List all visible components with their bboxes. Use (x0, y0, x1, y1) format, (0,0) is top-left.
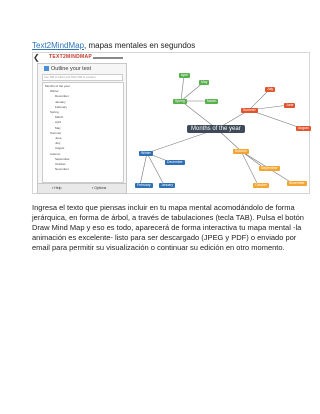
outline-icon (44, 66, 49, 72)
map-node[interactable]: November (287, 181, 307, 186)
text2mindmap-link[interactable]: Text2MindMap (32, 41, 84, 50)
map-root-node[interactable]: Months of the year (187, 125, 245, 133)
outline-line: May (55, 125, 61, 130)
edge (139, 152, 148, 186)
logo-underline (93, 57, 123, 59)
outline-line: March (55, 115, 64, 120)
heading-rest: , mapas mentales en segundos (84, 41, 196, 50)
outline-line: Autumn (50, 151, 61, 156)
help-button[interactable]: ▪ Help (52, 186, 61, 190)
options-button[interactable]: ▪ Options (92, 186, 106, 190)
map-node[interactable]: Summer (241, 108, 258, 113)
map-node[interactable]: Spring (173, 99, 187, 104)
outline-line: November (55, 167, 69, 172)
panel-title: Outline your text (44, 66, 91, 72)
map-node[interactable]: May (199, 80, 210, 85)
map-node[interactable]: July (265, 87, 276, 92)
mind-map-canvas[interactable]: April May March Spring July June August Summer D… (129, 63, 311, 191)
map-node[interactable]: January (159, 183, 176, 188)
edge (146, 152, 165, 186)
outline-line: Spring (50, 110, 59, 114)
outline-line: Summer (50, 130, 62, 135)
outline-line: Months of the year (45, 84, 70, 88)
panel-footer: ▪ Help ▪ Options (38, 183, 126, 193)
map-node[interactable]: February (135, 183, 153, 188)
edge (248, 88, 271, 111)
description-paragraph: Ingresa el texto que piensas incluir en … (32, 203, 304, 252)
panel-title-text: Outline your text (51, 66, 92, 72)
page-heading: Text2MindMap, mapas mentales en segundos (32, 41, 195, 50)
outline-line: December (55, 94, 69, 99)
options-label: Options (94, 186, 107, 190)
map-node[interactable]: June (284, 103, 296, 108)
indent-hint: Use TAB to indent and Shift+TAB to unind… (42, 74, 123, 81)
logo-text: TEXT2MINDMAP (49, 54, 93, 60)
map-node[interactable]: August (296, 126, 311, 131)
outline-line: February (55, 104, 68, 109)
map-node[interactable]: October (253, 183, 270, 188)
app-logo: ❮ TEXT2MINDMAP (33, 53, 129, 62)
outline-line: April (55, 120, 62, 125)
outline-line: September (55, 156, 70, 161)
outline-line: January (55, 99, 66, 104)
outline-line: July (55, 141, 61, 146)
outline-line: Winter (50, 89, 59, 94)
outline-editor[interactable]: Months of the year Winter December January F… (42, 82, 124, 183)
app-screenshot: ❮ TEXT2MINDMAP Outline your text Use TAB… (32, 52, 311, 194)
outline-panel: Outline your text Use TAB to indent and … (37, 63, 127, 194)
help-label: Help (54, 186, 62, 190)
map-node[interactable]: December (165, 160, 185, 165)
map-node[interactable]: Winter (139, 151, 153, 156)
outline-line: August (55, 146, 65, 151)
map-node[interactable]: March (205, 99, 219, 104)
edge (180, 74, 185, 102)
back-icon: ❮ (33, 53, 40, 62)
map-node[interactable]: September (259, 166, 280, 171)
outline-line: October (55, 162, 66, 166)
outline-line: June (55, 136, 62, 140)
map-node[interactable]: Autumn (233, 149, 249, 154)
map-node[interactable]: April (179, 73, 190, 78)
